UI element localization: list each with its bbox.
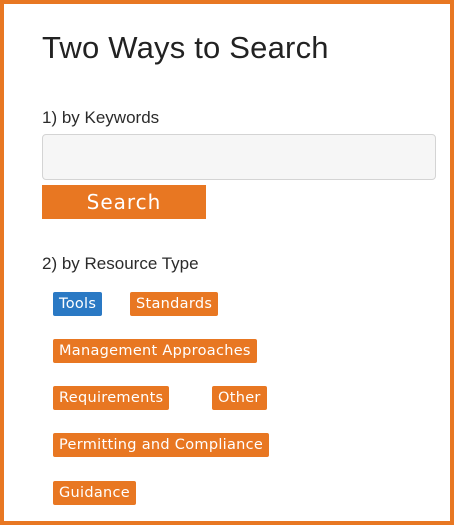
tag-other[interactable]: Other [212,386,267,410]
keywords-label: 1) by Keywords [42,108,160,127]
tag-guidance[interactable]: Guidance [53,481,137,505]
tag-standards[interactable]: Standards [130,292,219,316]
search-panel: Two Ways to Search 1) by Keywords Search… [0,0,454,525]
tag-permitting-and-compliance[interactable]: Permitting and Compliance [53,433,270,457]
resource-type-label: 2) by Resource Type [42,254,199,273]
keyword-search-input[interactable] [42,134,436,180]
tag-requirements[interactable]: Requirements [53,386,170,410]
tag-tools[interactable]: Tools [53,292,103,316]
panel-title: Two Ways to Search [42,30,329,65]
search-button[interactable]: Search [42,185,206,219]
tag-management-approaches[interactable]: Management Approaches [53,339,257,363]
